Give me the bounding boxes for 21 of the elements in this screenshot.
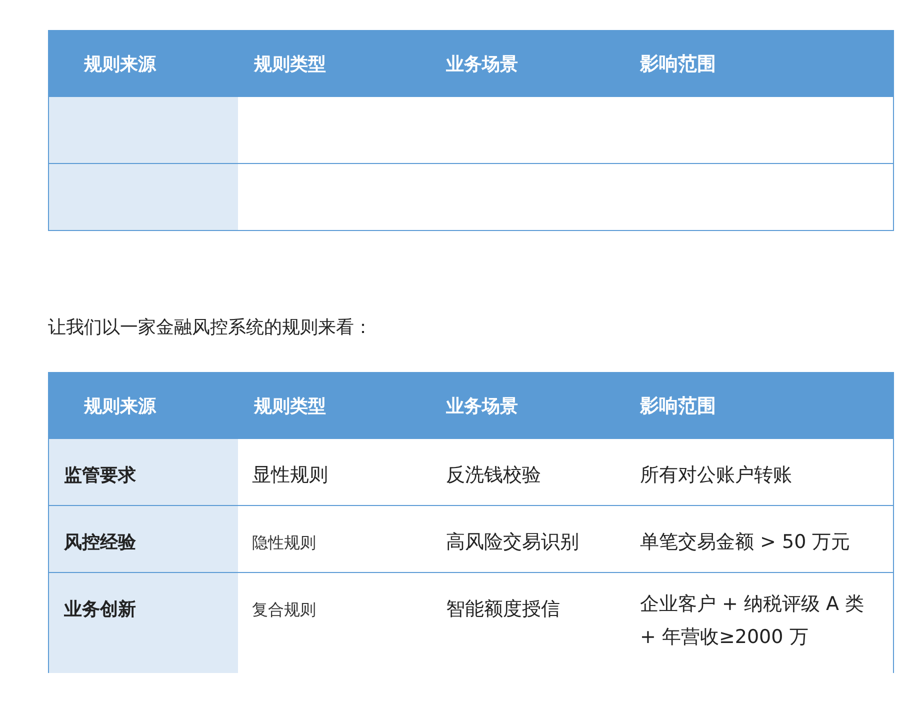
column-header: 规则来源 — [82, 52, 158, 76]
intro-text: 让我们以一家金融风控系统的规则来看： — [47, 316, 373, 340]
column-header: 业务场景 — [445, 52, 519, 76]
table-cell-text: 智能额度授信 — [446, 597, 560, 622]
column-header: 业务场景 — [445, 394, 519, 418]
column-header: 影响范围 — [639, 52, 717, 76]
column-header: 规则来源 — [82, 394, 158, 418]
column-header: 规则类型 — [252, 52, 327, 76]
table-cell-text: 显性规则 — [252, 463, 328, 488]
column-header: 影响范围 — [639, 394, 717, 418]
table-cell-text: 隐性规则 — [252, 532, 316, 554]
table-cell-text: 业务创新 — [64, 598, 136, 621]
column-header: 规则类型 — [252, 394, 327, 418]
table-cell-text: 复合规则 — [252, 599, 316, 621]
table-cell-text: 高风险交易识别 — [446, 530, 579, 555]
table-cell-text: 单笔交易金额 > 50 万元 — [640, 530, 850, 555]
table-cell-text: 企业客户 + 纳税评级 A 类 + 年营收≥2000 万 — [640, 592, 866, 650]
table-cell-text: 反洗钱校验 — [446, 463, 541, 488]
table-cell-text: 监管要求 — [64, 464, 136, 487]
table-cell-text: 所有对公账户转账 — [640, 463, 792, 488]
table-cell-text: 风控经验 — [64, 531, 136, 554]
